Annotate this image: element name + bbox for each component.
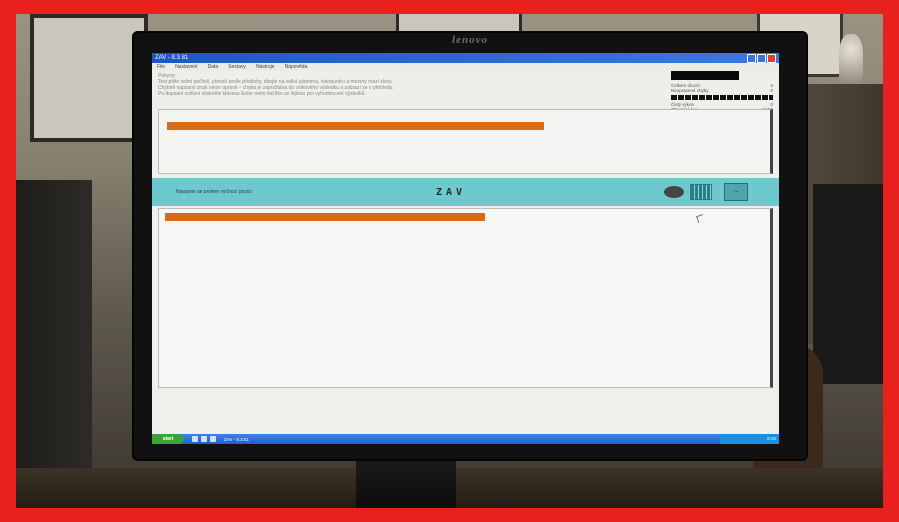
- exercise-toolbar: Nastavte se prstem výchozí pozici ZAV →: [152, 178, 779, 206]
- stats-label: Neopravené chyby: [671, 88, 709, 93]
- redacted-name-box: [671, 71, 739, 80]
- pc-tower-left: [16, 180, 92, 508]
- mouse-cursor-icon: [696, 214, 705, 223]
- stats-value: 0: [770, 88, 773, 93]
- monitor-stand: [356, 454, 456, 508]
- close-button[interactable]: [767, 53, 776, 63]
- toolbar-hint: Nastavte se prstem výchozí pozici: [176, 189, 252, 195]
- instructions-line: Po dopsání cvičení stiskněte klávesu Ent…: [158, 91, 366, 97]
- system-tray-clock: 8:15: [720, 434, 779, 444]
- menu-item-settings[interactable]: Nastavení: [175, 64, 198, 70]
- taskbar-item[interactable]: ZAV - 8.3.81: [224, 437, 249, 442]
- menu-bar: File Nastavení Data Sestavy Nástroje Náp…: [152, 63, 779, 71]
- current-word: ZAV: [436, 186, 467, 198]
- menu-item-file[interactable]: File: [157, 64, 165, 70]
- stats-panel: Celkem úhozů 0 Neopravené chyby 0 Čistý …: [671, 71, 773, 112]
- quick-launch-icon[interactable]: [210, 436, 216, 442]
- instructions: Pokyny: Text pište velmi pečlivě, přesně…: [158, 73, 628, 97]
- template-text-panel: [158, 109, 773, 174]
- header-area: Pokyny: Text pište velmi pečlivě, přesně…: [152, 71, 779, 112]
- pc-tower-right: [813, 184, 883, 384]
- progress-bar: [671, 95, 773, 100]
- window-titlebar[interactable]: ZAV - 8.3.81: [152, 53, 779, 63]
- quick-launch-icon[interactable]: [201, 436, 207, 442]
- menu-item-data[interactable]: Data: [208, 64, 219, 70]
- monitor-brand-logo: lenovo: [452, 34, 488, 46]
- menu-item-help[interactable]: Nápověda: [285, 64, 308, 70]
- keyboard-icon[interactable]: [664, 186, 684, 198]
- quick-launch-icon[interactable]: [192, 436, 198, 442]
- maximize-button[interactable]: [757, 53, 766, 63]
- window-title: ZAV - 8.3.81: [155, 55, 189, 61]
- menu-item-tools[interactable]: Nástroje: [256, 64, 275, 70]
- keyboard-layout-icon[interactable]: [690, 184, 712, 200]
- enter-button[interactable]: →: [724, 183, 748, 201]
- wall-frame-left: [30, 14, 148, 142]
- monitor: lenovo ZAV - 8.3.81 File Nastavení Data …: [132, 31, 808, 461]
- minimize-button[interactable]: [747, 53, 756, 63]
- menu-item-reports[interactable]: Sestavy: [228, 64, 246, 70]
- stats-row: Neopravené chyby 0: [671, 88, 773, 93]
- typed-text-line: [165, 213, 485, 221]
- screen: ZAV - 8.3.81 File Nastavení Data Sestavy…: [152, 53, 779, 444]
- photo-background: lenovo ZAV - 8.3.81 File Nastavení Data …: [16, 14, 883, 508]
- quick-launch: [192, 436, 216, 442]
- template-text-line: [167, 122, 544, 130]
- trophy: [839, 34, 863, 84]
- start-button[interactable]: start: [152, 434, 184, 444]
- typing-input-area[interactable]: [158, 208, 773, 388]
- taskbar: start ZAV - 8.3.81 8:15: [152, 434, 779, 444]
